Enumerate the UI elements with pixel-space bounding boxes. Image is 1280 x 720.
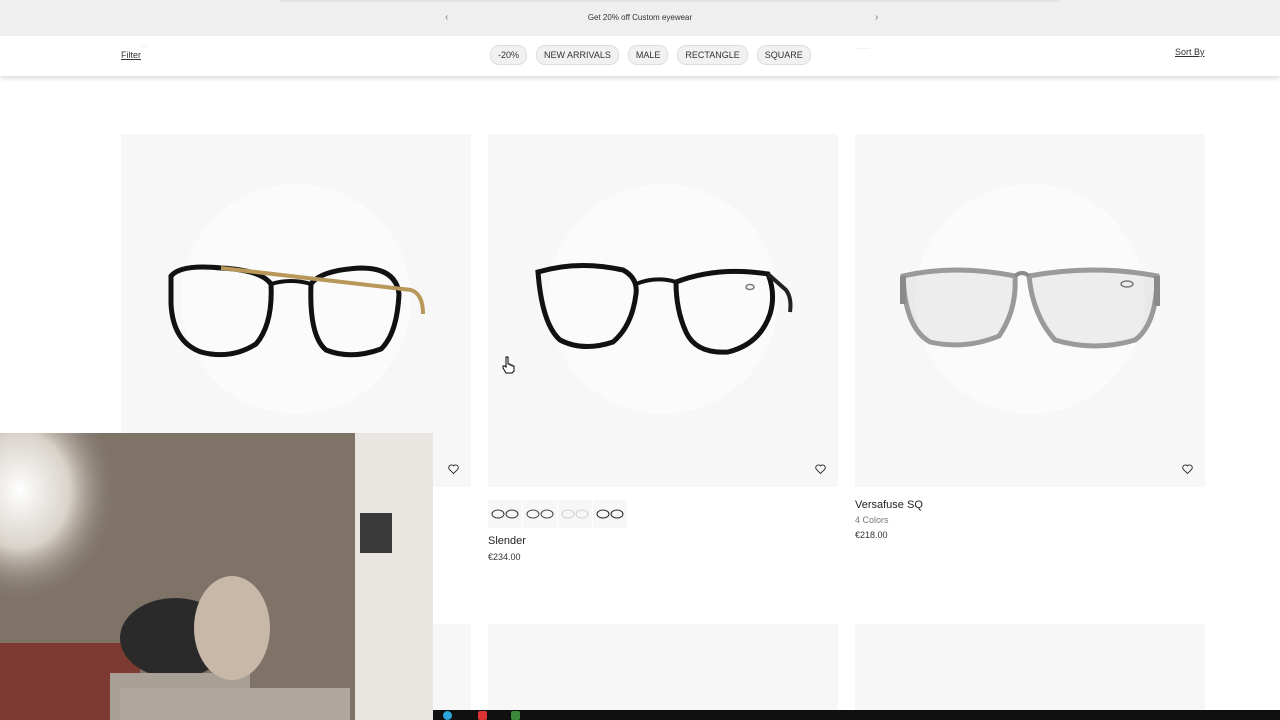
product-price: €234.00	[488, 552, 521, 562]
app-icon[interactable]	[511, 711, 520, 720]
color-swatch[interactable]	[523, 500, 557, 528]
chip-rectangle[interactable]: RECTANGLE	[677, 45, 748, 65]
chip-new-arrivals[interactable]: NEW ARRIVALS	[536, 45, 619, 65]
chip-square[interactable]: SQUARE	[756, 45, 811, 65]
color-swatches	[488, 500, 627, 528]
product-image-6[interactable]	[855, 624, 1205, 720]
product-info-2: Slender €234.00	[488, 535, 526, 562]
webcam-video	[0, 433, 433, 720]
color-swatch[interactable]	[488, 500, 522, 528]
product-image-3[interactable]	[855, 134, 1205, 487]
promo-message[interactable]: Get 20% off Custom eyewear	[0, 13, 1280, 22]
product-image-2[interactable]	[488, 134, 838, 487]
product-name[interactable]: Versafuse SQ	[855, 499, 923, 511]
chip-discount[interactable]: -20%	[490, 45, 528, 65]
chip-male[interactable]: MALE	[627, 45, 669, 65]
color-swatch[interactable]	[593, 500, 627, 528]
faded-label: —	[140, 43, 147, 50]
filter-chips: -20% NEW ARRIVALS MALE RECTANGLE SQUARE	[490, 45, 811, 65]
sort-by-button[interactable]: Sort By	[1175, 47, 1205, 57]
product-colors: 4 Colors	[855, 515, 889, 525]
promo-banner: ‹ Get 20% off Custom eyewear ›	[0, 0, 1280, 36]
hand-cursor-icon	[502, 356, 515, 374]
faded-label: ——	[856, 45, 870, 52]
color-swatch[interactable]	[558, 500, 592, 528]
browser-icon[interactable]	[443, 711, 452, 720]
wishlist-heart-icon[interactable]	[812, 461, 828, 477]
sport-glasses-image	[900, 267, 1160, 349]
round-glasses-image	[168, 264, 425, 358]
product-info-3: Versafuse SQ 4 Colors €218.00	[855, 499, 923, 540]
webcam-overlay	[0, 433, 433, 720]
browser-edge	[280, 0, 1060, 2]
product-name[interactable]: Slender	[488, 535, 526, 547]
chevron-right-icon[interactable]: ›	[875, 12, 878, 23]
product-price: €218.00	[855, 530, 888, 540]
app-icon[interactable]	[478, 711, 487, 720]
hexagonal-glasses-image	[535, 263, 793, 355]
wishlist-heart-icon[interactable]	[445, 461, 461, 477]
wishlist-heart-icon[interactable]	[1179, 461, 1195, 477]
taskbar	[433, 710, 1280, 720]
product-image-5[interactable]	[488, 624, 838, 720]
filter-bar: Filter — —— -20% NEW ARRIVALS MALE RECTA…	[0, 36, 1280, 76]
filter-button[interactable]: Filter	[121, 50, 141, 60]
